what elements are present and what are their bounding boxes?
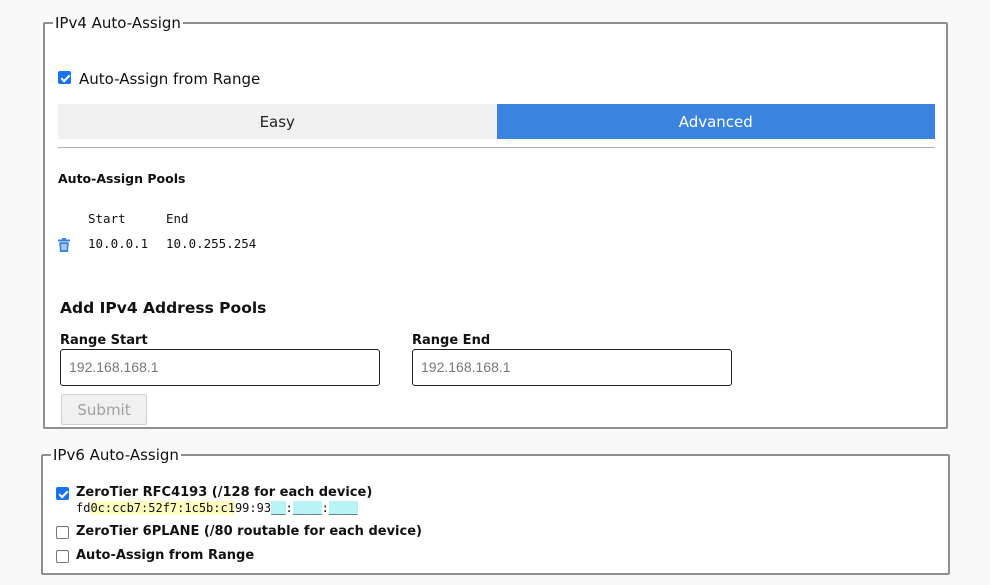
ipv6-auto-assign-section: IPv6 Auto-Assign ZeroTier RFC4193 (/128 …: [41, 446, 950, 575]
ipv6-section-legend: IPv6 Auto-Assign: [53, 446, 179, 464]
ipv6-range-checkbox[interactable]: [56, 550, 69, 563]
tab-advanced[interactable]: Advanced: [496, 104, 935, 139]
ipv4-auto-assign-section: IPv4 Auto-Assign Auto-Assign from Range …: [43, 14, 948, 429]
ipv6-range-label: Auto-Assign from Range: [76, 548, 255, 563]
range-start-input[interactable]: 192.168.168.1: [60, 349, 380, 386]
rfc4193-checkbox[interactable]: [56, 487, 69, 500]
assign-mode-tabs: Easy Advanced: [58, 104, 935, 139]
add-pools-title: Add IPv4 Address Pools: [60, 299, 267, 317]
tabs-divider: [58, 147, 935, 148]
ipv4-auto-assign-label: Auto-Assign from Range: [79, 70, 261, 88]
pools-header-start: Start: [88, 211, 126, 226]
auto-assign-pools-title: Auto-Assign Pools: [58, 171, 186, 186]
range-end-input[interactable]: 192.168.168.1: [412, 349, 732, 386]
pools-header-end: End: [166, 211, 189, 226]
rfc4193-label: ZeroTier RFC4193 (/128 for each device): [76, 485, 373, 500]
address-network-part: 0c:ccb7:52f7:1c5b:c1: [90, 501, 235, 515]
address-node-part-2: ____: [292, 501, 322, 515]
address-node-part-3: ____: [328, 501, 358, 515]
address-mid-part: 99:93: [234, 501, 272, 515]
range-end-label: Range End: [412, 333, 491, 348]
pool-start-value: 10.0.0.1: [88, 236, 149, 251]
6plane-checkbox[interactable]: [56, 526, 69, 539]
trash-icon[interactable]: [58, 237, 70, 252]
rfc4193-address: fd0c:ccb7:52f7:1c5b:c199:93__:____:____: [76, 501, 358, 515]
pool-end-value: 10.0.255.254: [166, 236, 257, 251]
range-start-label: Range Start: [60, 333, 148, 348]
address-node-part-1: __: [271, 501, 286, 515]
ipv4-section-legend: IPv4 Auto-Assign: [55, 14, 181, 32]
ipv4-auto-assign-checkbox[interactable]: [58, 71, 71, 84]
6plane-label: ZeroTier 6PLANE (/80 routable for each d…: [76, 524, 422, 539]
address-sep-2: :: [321, 501, 329, 515]
address-prefix: fd: [76, 501, 91, 515]
submit-button[interactable]: Submit: [61, 394, 147, 425]
address-sep-1: :: [285, 501, 293, 515]
tab-easy[interactable]: Easy: [58, 104, 497, 139]
